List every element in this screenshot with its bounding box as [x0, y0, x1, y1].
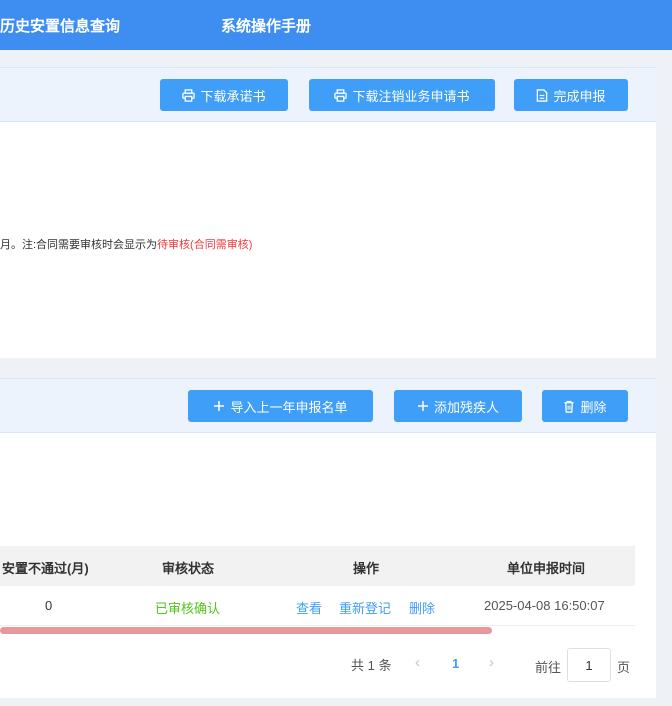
delete-label: 删除 — [580, 399, 607, 415]
import-last-year-button[interactable]: 导入上一年申报名单 — [188, 390, 373, 422]
complete-declaration-button[interactable]: 完成申报 — [514, 79, 628, 111]
col-header-status: 审核状态 — [162, 561, 215, 576]
page-suffix: 页 — [617, 660, 631, 675]
pagination-total: 共 1 条 — [351, 658, 392, 673]
plus-icon — [214, 401, 225, 411]
declaration-card-header: 下载承诺书 下载注销业务申请书 完成申报 — [0, 67, 656, 122]
download-cancel-application-button[interactable]: 下载注销业务申请书 — [309, 79, 495, 111]
printer-icon — [182, 88, 196, 102]
nav-history-query[interactable]: 历史安置信息查询 — [0, 15, 120, 36]
goto-page-input[interactable]: 1 — [567, 648, 611, 682]
nav-user-manual[interactable]: 系统操作手册 — [221, 15, 311, 36]
download-commitment-label: 下载承诺书 — [200, 88, 266, 104]
next-page-icon[interactable]: › — [489, 654, 494, 671]
plus-icon — [417, 401, 428, 411]
cell-months-failed: 0 — [45, 598, 53, 613]
declaration-card: 下载承诺书 下载注销业务申请书 完成申报 — [0, 67, 656, 358]
horizontal-scrollbar[interactable] — [0, 627, 492, 634]
current-page-number[interactable]: 1 — [452, 656, 459, 671]
top-nav: 历史安置信息查询 系统操作手册 — [0, 0, 672, 50]
add-disabled-person-button[interactable]: 添加残疾人 — [394, 390, 522, 422]
add-disabled-person-label: 添加残疾人 — [433, 399, 499, 415]
cell-declare-time: 2025-04-08 16:50:07 — [484, 598, 605, 613]
disabled-list-card-header: 导入上一年申报名单 添加残疾人 删除 — [0, 378, 656, 433]
trash-icon — [564, 400, 575, 413]
disabled-list-card: 导入上一年申报名单 添加残疾人 删除 — [0, 378, 656, 698]
download-cancel-application-label: 下载注销业务申请书 — [352, 88, 470, 104]
prev-page-icon[interactable]: ‹ — [415, 654, 420, 671]
row-divider — [0, 625, 635, 626]
col-header-actions: 操作 — [353, 561, 380, 576]
table-header: 安置不通过(月) 审核状态 操作 单位申报时间 — [0, 546, 635, 586]
reregister-link[interactable]: 重新登记 — [339, 598, 391, 617]
cell-status: 已审核确认 — [155, 601, 221, 616]
note-pending-review: 待审核(合同需审核) — [157, 239, 253, 251]
goto-label: 前往 — [535, 660, 562, 675]
document-icon — [537, 88, 548, 102]
delete-row-link[interactable]: 删除 — [409, 598, 435, 617]
col-header-months-failed: 安置不通过(月) — [2, 561, 89, 576]
contract-review-note: 月。注:合同需要审核时会显示为待审核(合同需审核) — [0, 236, 252, 252]
view-link[interactable]: 查看 — [296, 598, 322, 617]
note-text: 月。注:合同需要审核时会显示为 — [0, 239, 158, 251]
import-last-year-label: 导入上一年申报名单 — [230, 399, 348, 415]
complete-declaration-label: 完成申报 — [553, 88, 606, 104]
download-commitment-button[interactable]: 下载承诺书 — [160, 79, 288, 111]
delete-button[interactable]: 删除 — [542, 390, 628, 422]
printer-icon — [334, 88, 348, 102]
col-header-declare-time: 单位申报时间 — [507, 561, 586, 576]
